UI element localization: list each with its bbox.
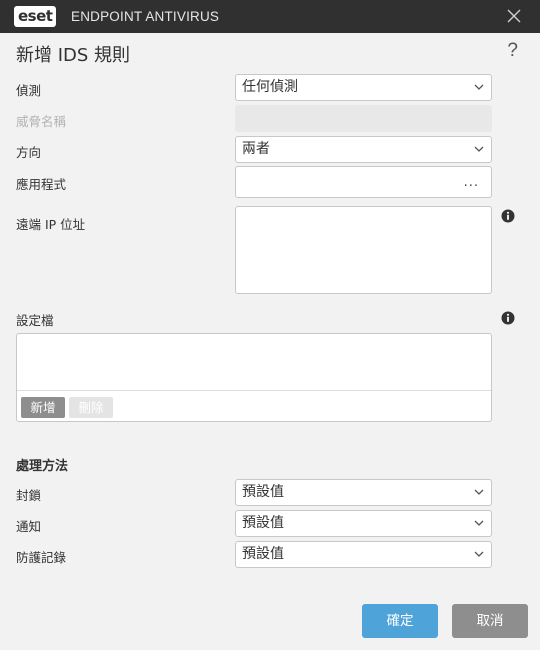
log-label: 防護記錄 — [16, 550, 67, 565]
browse-button[interactable]: ... — [464, 167, 479, 199]
log-select[interactable]: 預設值 — [235, 541, 492, 568]
info-icon — [501, 209, 515, 223]
chevron-down-icon — [474, 520, 484, 526]
direction-label: 方向 — [16, 145, 42, 160]
cancel-button[interactable]: 取消 — [452, 604, 528, 638]
block-select[interactable]: 預設值 — [235, 479, 492, 506]
application-input[interactable]: ... — [235, 166, 492, 198]
help-button[interactable]: ? — [507, 40, 518, 62]
notify-value: 預設值 — [242, 515, 284, 531]
logo-text: eset — [14, 6, 57, 27]
delete-profile-button: 刪除 — [69, 397, 113, 418]
direction-value: 兩者 — [242, 141, 270, 157]
eset-logo: eset — [14, 6, 57, 27]
notify-label: 通知 — [16, 519, 42, 534]
ok-button[interactable]: 確定 — [362, 604, 438, 638]
add-profile-button[interactable]: 新增 — [21, 397, 65, 418]
list-divider — [17, 390, 491, 391]
chevron-down-icon — [474, 146, 484, 152]
close-icon[interactable] — [506, 8, 522, 24]
detection-label: 偵測 — [16, 83, 42, 98]
notify-select[interactable]: 預設值 — [235, 510, 492, 537]
direction-select[interactable]: 兩者 — [235, 136, 492, 163]
profiles-label: 設定檔 — [16, 313, 54, 328]
action-section-title: 處理方法 — [16, 459, 69, 474]
info-icon — [501, 311, 515, 325]
threat-name-label: 威脅名稱 — [16, 114, 67, 129]
threat-name-input — [235, 105, 492, 132]
remote-ip-textarea[interactable] — [235, 206, 492, 294]
chevron-down-icon — [474, 489, 484, 495]
block-value: 預設值 — [242, 484, 284, 500]
detection-select[interactable]: 任何偵測 — [235, 74, 492, 101]
chevron-down-icon — [474, 551, 484, 557]
remote-ip-label: 遠端 IP 位址 — [16, 217, 86, 232]
application-label: 應用程式 — [16, 177, 67, 192]
profiles-list[interactable]: 新增 刪除 — [16, 333, 492, 422]
product-name: ENDPOINT ANTIVIRUS — [71, 9, 220, 24]
block-label: 封鎖 — [16, 488, 42, 503]
log-value: 預設值 — [242, 546, 284, 562]
dialog-title: 新增 IDS 規則 — [16, 45, 131, 66]
title-bar: eset ENDPOINT ANTIVIRUS — [0, 0, 540, 33]
detection-value: 任何偵測 — [242, 79, 298, 95]
chevron-down-icon — [474, 84, 484, 90]
